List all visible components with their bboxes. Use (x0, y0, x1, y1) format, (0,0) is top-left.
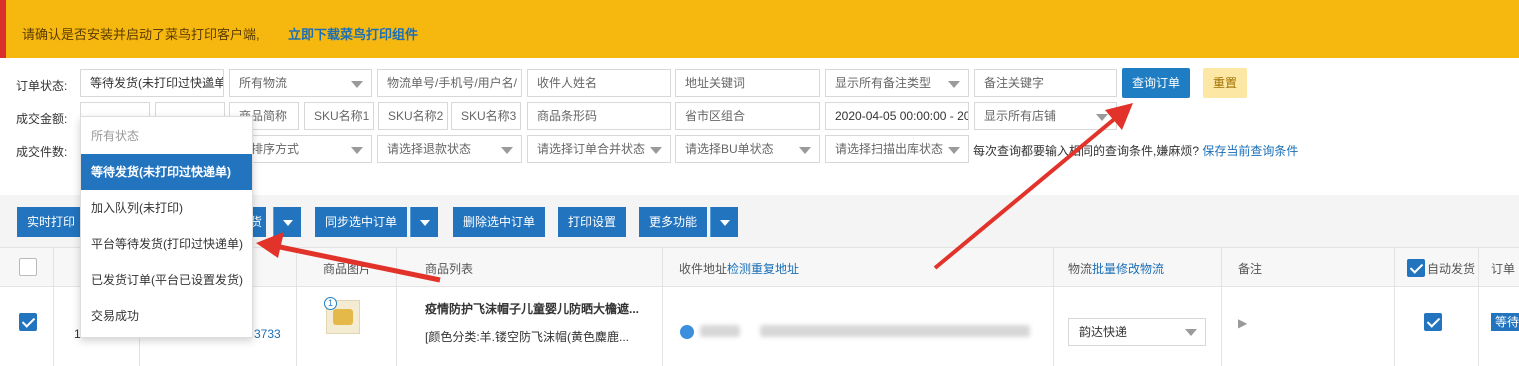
dropdown-option-awaiting[interactable]: 等待发货(未打印过快递单) (81, 154, 252, 190)
product-image (333, 309, 353, 325)
bu-status-value: 请选择BU单状态 (685, 142, 774, 156)
sku2-input[interactable]: SKU名称2 (378, 102, 448, 130)
chevron-down-icon (650, 147, 662, 154)
remark-type-value: 显示所有备注类型 (835, 76, 932, 90)
auto-ship-checkbox[interactable] (1424, 313, 1442, 331)
date-range-input[interactable]: 2020-04-05 00:00:00 - 20 (825, 102, 969, 130)
sync-orders-button[interactable]: 同步选中订单 (315, 207, 408, 237)
check-duplicate-address-link[interactable]: 检测重复地址 (727, 262, 799, 276)
dropdown-option-shipped[interactable]: 已发货订单(平台已设置发货) (81, 262, 252, 298)
refund-status-select[interactable]: 请选择退款状态 (377, 135, 522, 163)
delete-orders-button[interactable]: 删除选中订单 (453, 207, 546, 237)
reset-button[interactable]: 重置 (1203, 68, 1248, 98)
redacted-address (760, 325, 1030, 337)
chevron-down-icon (799, 147, 811, 154)
dropdown-option-platform-awaiting[interactable]: 平台等待发货(打印过快递单) (81, 226, 252, 262)
hint-text: 每次查询都要输入相同的查询条件,嫌麻烦? (973, 144, 1200, 158)
col-product-image: 商品图片 (323, 262, 372, 276)
remark-keyword-input[interactable]: 备注关键字 (974, 69, 1117, 97)
shipping-select-value: 韵达快递 (1079, 325, 1128, 339)
col-notes: 备注 (1238, 262, 1263, 276)
chevron-down-icon (501, 147, 513, 154)
chevron-down-icon (1185, 329, 1197, 336)
bu-status-select[interactable]: 请选择BU单状态 (675, 135, 820, 163)
column-divider (1053, 288, 1054, 366)
location-icon (680, 325, 694, 339)
amount-label: 成交金额: (16, 112, 68, 126)
merge-status-select[interactable]: 请选择订单合并状态 (527, 135, 671, 163)
chevron-down-icon (420, 220, 430, 226)
shop-select[interactable]: 显示所有店铺 (974, 102, 1117, 130)
col-logistics: 物流批量修改物流 (1068, 260, 1164, 277)
order-status-label: 订单状态: (16, 79, 68, 93)
logistics-select-value: 所有物流 (239, 76, 288, 90)
refund-status-value: 请选择退款状态 (387, 142, 472, 156)
address-keyword-input[interactable]: 地址关键词 (675, 69, 820, 97)
merge-status-value: 请选择订单合并状态 (537, 142, 646, 156)
row-checkbox[interactable] (19, 313, 37, 331)
query-orders-button[interactable]: 查询订单 (1122, 68, 1191, 98)
more-dropdown-button[interactable] (710, 207, 738, 237)
column-divider (53, 288, 54, 366)
download-plugin-link[interactable]: 立即下载菜鸟打印组件 (288, 24, 418, 43)
remark-type-select[interactable]: 显示所有备注类型 (825, 69, 969, 97)
col-address-label: 收件地址 (679, 262, 728, 276)
quantity-label: 成交件数: (16, 145, 68, 159)
print-settings-button[interactable]: 打印设置 (558, 207, 627, 237)
chevron-down-icon (351, 81, 363, 88)
chevron-down-icon (948, 81, 960, 88)
chevron-down-icon (720, 220, 730, 226)
shipping-select[interactable]: 韵达快递 (1068, 318, 1206, 346)
chevron-down-icon (351, 147, 363, 154)
col-order: 订单 (1491, 262, 1516, 276)
flag-icon[interactable]: ▶ (1238, 316, 1247, 330)
batch-modify-logistics-link[interactable]: 批量修改物流 (1092, 262, 1164, 276)
scan-status-select[interactable]: 请选择扫描出库状态 (825, 135, 969, 163)
order-status-select[interactable]: 等待发货(未打印过快递单) (80, 69, 224, 97)
column-divider (1394, 288, 1395, 366)
product-spec: [颜色分类:羊.镂空防飞沫帽(黄色麋鹿... (425, 330, 630, 344)
status-badge: 等待 (1491, 313, 1519, 331)
quantity-badge: 1 (324, 297, 337, 310)
column-divider (662, 288, 663, 366)
column-divider (296, 288, 297, 366)
logistics-select[interactable]: 所有物流 (229, 69, 372, 97)
chevron-down-icon (283, 220, 293, 226)
dropdown-option-queued[interactable]: 加入队列(未打印) (81, 190, 252, 226)
install-banner: 请确认是否安装并启动了菜鸟打印客户端, 立即下载菜鸟打印组件 (0, 0, 1519, 58)
banner-text: 请确认是否安装并启动了菜鸟打印客户端, (22, 27, 260, 42)
region-input[interactable]: 省市区组合 (675, 102, 820, 130)
column-divider (1221, 288, 1222, 366)
order-status-dropdown: 所有状态 等待发货(未打印过快递单) 加入队列(未打印) 平台等待发货(打印过快… (80, 116, 253, 338)
tracking-search-input[interactable]: 物流单号/手机号/用户名/ (377, 69, 522, 97)
col-address: 收件地址检测重复地址 (679, 260, 799, 277)
sync-dropdown-button[interactable] (410, 207, 438, 237)
sku3-input[interactable]: SKU名称3 (451, 102, 521, 130)
chevron-down-icon (1096, 114, 1108, 121)
dropdown-option-completed[interactable]: 交易成功 (81, 298, 252, 334)
column-divider (1478, 288, 1479, 366)
auto-ship-all-checkbox[interactable] (1407, 259, 1425, 277)
order-number-link[interactable]: 3733 (254, 327, 281, 341)
more-functions-button[interactable]: 更多功能 (639, 207, 708, 237)
recipient-name-input[interactable]: 收件人姓名 (527, 69, 671, 97)
col-auto-ship: 自动发货 (1427, 262, 1476, 276)
col-product-list: 商品列表 (425, 262, 474, 276)
dropdown-option-all[interactable]: 所有状态 (81, 118, 252, 154)
scan-status-value: 请选择扫描出库状态 (835, 142, 944, 156)
select-all-checkbox[interactable] (19, 258, 37, 276)
barcode-input[interactable]: 商品条形码 (527, 102, 671, 130)
shop-select-value: 显示所有店铺 (984, 109, 1057, 123)
save-query-link[interactable]: 保存当前查询条件 (1202, 144, 1298, 158)
col-logistics-label: 物流 (1068, 262, 1093, 276)
product-name: 疫情防护飞沫帽子儿童婴儿防晒大檐遮... (425, 302, 640, 316)
save-query-hint: 每次查询都要输入相同的查询条件,嫌麻烦? 保存当前查询条件 (973, 142, 1298, 159)
redacted-address (700, 325, 740, 337)
ship-dropdown-button[interactable] (273, 207, 301, 237)
realtime-print-button[interactable]: 实时打印 (17, 207, 86, 237)
column-divider (396, 288, 397, 366)
sku1-input[interactable]: SKU名称1 (304, 102, 374, 130)
chevron-down-icon (948, 147, 960, 154)
chevron-up-icon (203, 81, 215, 88)
